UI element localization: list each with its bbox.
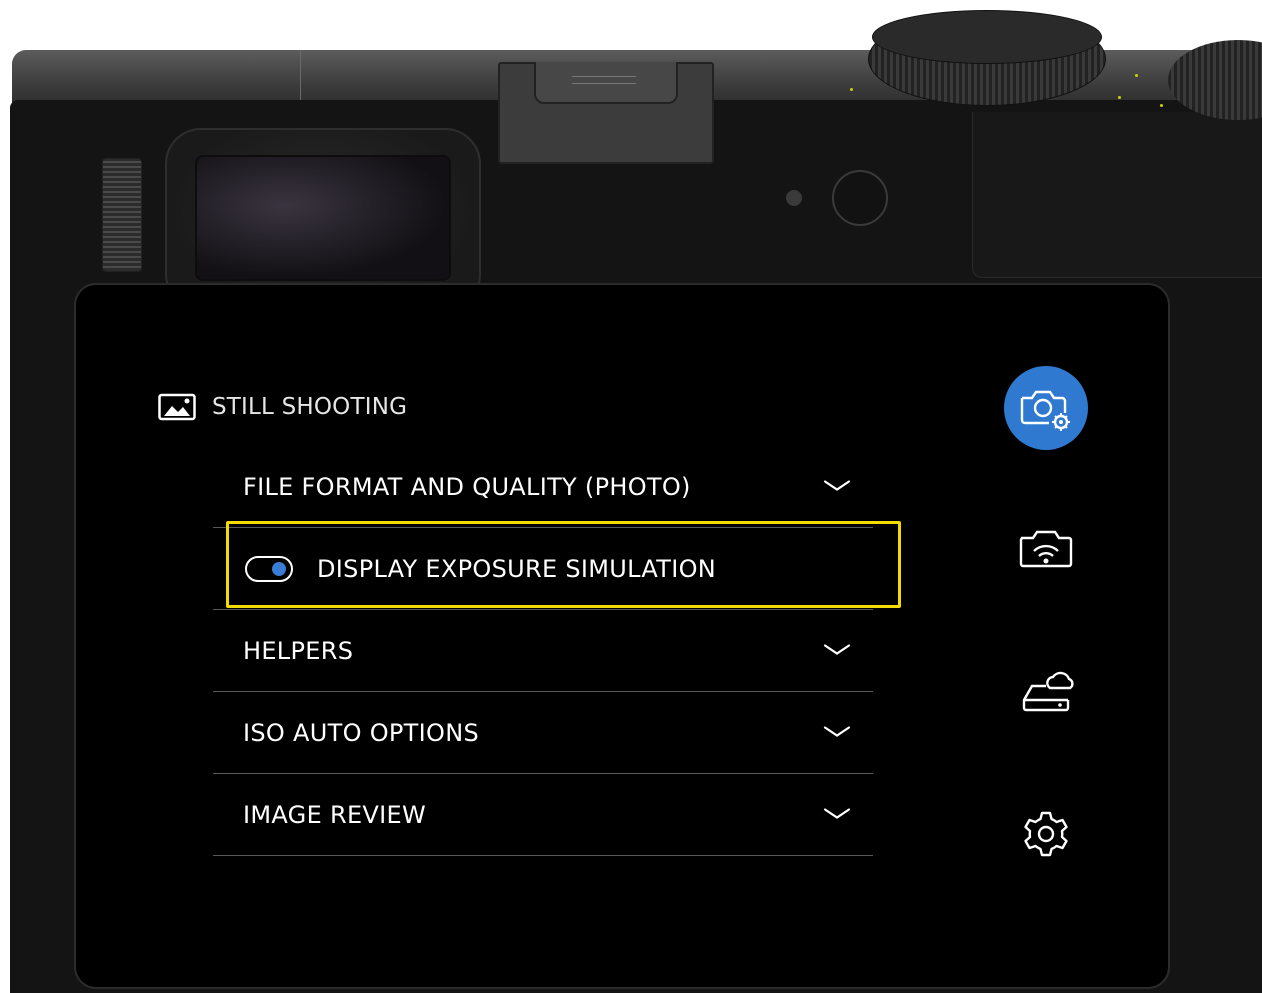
diopter-wheel[interactable] — [102, 158, 142, 272]
chevron-down-icon — [823, 478, 851, 497]
divider — [213, 855, 873, 856]
storage-cloud-icon — [1020, 666, 1074, 714]
page-title: STILL SHOOTING — [212, 394, 408, 420]
image-icon — [158, 393, 196, 421]
viewfinder-eyepiece — [195, 155, 451, 281]
camera-wifi-icon — [1018, 528, 1074, 572]
function-button[interactable] — [832, 170, 888, 226]
dial-mark — [850, 88, 853, 91]
menu-item-label: HELPERS — [243, 637, 354, 665]
highlight-frame — [226, 521, 901, 608]
menu-item-iso-auto-options[interactable]: ISO AUTO OPTIONS — [213, 692, 873, 774]
gear-icon — [1022, 810, 1070, 858]
menu-item-file-format[interactable]: FILE FORMAT AND QUALITY (PHOTO) — [213, 446, 873, 528]
menu-item-image-review[interactable]: IMAGE REVIEW — [213, 774, 873, 856]
camera-settings-icon — [1018, 386, 1078, 436]
chevron-down-icon — [823, 806, 851, 825]
status-led — [786, 190, 802, 206]
dial-mark — [1160, 104, 1163, 107]
menu-item-label: FILE FORMAT AND QUALITY (PHOTO) — [243, 473, 691, 501]
tab-storage[interactable] — [1020, 666, 1074, 714]
camera-grip — [972, 112, 1262, 278]
dial-mark — [1118, 96, 1121, 99]
tab-settings[interactable] — [1022, 810, 1070, 858]
menu-header: STILL SHOOTING — [158, 393, 407, 421]
menu-item-label: ISO AUTO OPTIONS — [243, 719, 479, 747]
tab-camera-settings[interactable] — [1004, 366, 1088, 450]
chevron-down-icon — [823, 724, 851, 743]
hot-shoe — [498, 62, 714, 164]
shutter-speed-dial-top — [872, 10, 1102, 64]
chevron-down-icon — [823, 642, 851, 661]
menu-item-label: IMAGE REVIEW — [243, 801, 427, 829]
dial-mark — [1135, 74, 1138, 77]
tab-connectivity[interactable] — [1018, 528, 1074, 572]
menu-item-helpers[interactable]: HELPERS — [213, 610, 873, 692]
